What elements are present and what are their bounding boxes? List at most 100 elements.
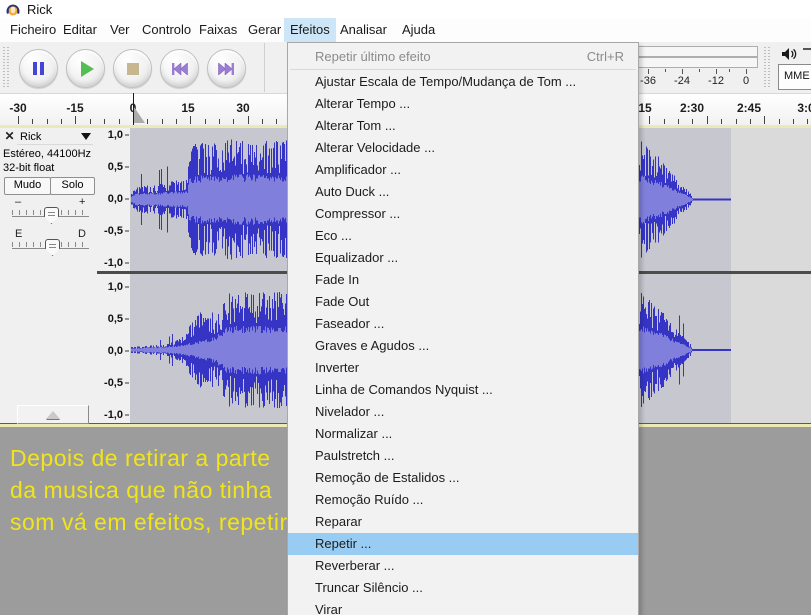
menu-item-graves-e-agudos[interactable]: Graves e Agudos ...	[288, 335, 638, 357]
menu-item-alterar-tempo[interactable]: Alterar Tempo ...	[288, 93, 638, 115]
menu-item-amplificador[interactable]: Amplificador ...	[288, 159, 638, 181]
menu-item-repetir[interactable]: Repetir ...	[288, 533, 638, 555]
chevron-down-icon[interactable]	[81, 133, 91, 140]
track-title-bar[interactable]: Rick	[17, 130, 93, 145]
scale-tick	[125, 383, 129, 384]
collapse-track-button[interactable]	[17, 405, 89, 424]
menubar-item-controlo[interactable]: Controlo	[136, 18, 197, 42]
scale-label: -1,0	[104, 409, 123, 421]
scale-label: 1,0	[108, 129, 123, 141]
solo-button[interactable]: Solo	[50, 177, 95, 195]
ruler-tick	[721, 119, 722, 124]
menubar-item-analisar[interactable]: Analisar	[334, 18, 393, 42]
pan-right-label: D	[78, 228, 86, 240]
mute-button[interactable]: Mudo	[4, 177, 51, 195]
meter-tick-minor	[699, 69, 700, 72]
ruler-tick	[262, 119, 263, 124]
menu-item-faseador[interactable]: Faseador ...	[288, 313, 638, 335]
ruler-time-label: 2:30	[680, 101, 704, 115]
menu-item-ajustar-escala-de-tempo-mudan-a-de-tom[interactable]: Ajustar Escala de Tempo/Mudança de Tom .…	[288, 71, 638, 93]
ruler-time-label: 15	[638, 101, 651, 115]
menubar-item-gerar[interactable]: Gerar	[242, 18, 287, 42]
meter-tick	[716, 69, 717, 74]
menu-item-repetir-ultimo-efeito[interactable]: Repetir último efeito Ctrl+R	[288, 46, 638, 67]
menu-item-alterar-tom[interactable]: Alterar Tom ...	[288, 115, 638, 137]
meter-tick-minor	[729, 69, 730, 72]
ruler-tick	[61, 119, 62, 124]
menu-item-auto-duck[interactable]: Auto Duck ...	[288, 181, 638, 203]
skip-to-start-button[interactable]	[160, 49, 199, 88]
meter-tick-minor	[665, 69, 666, 72]
menu-item-virar[interactable]: Virar	[288, 599, 638, 615]
menu-item-remo-o-ru-do[interactable]: Remoção Ruído ...	[288, 489, 638, 511]
transport-toolbar	[0, 43, 265, 92]
stop-button[interactable]	[113, 49, 152, 88]
track-format-label: Estéreo, 44100Hz	[3, 148, 91, 160]
ruler-tick	[649, 116, 650, 124]
gain-slider-thumb[interactable]	[44, 207, 59, 224]
ruler-tick	[764, 116, 765, 124]
menu-item-nivelador[interactable]: Nivelador ...	[288, 401, 638, 423]
toolbar-grip[interactable]	[764, 47, 772, 88]
menu-item-fade-out[interactable]: Fade Out	[288, 291, 638, 313]
meter-tick-label: -12	[708, 75, 724, 87]
scale-tick	[125, 319, 129, 320]
menu-item-compressor[interactable]: Compressor ...	[288, 203, 638, 225]
menubar-item-faixas[interactable]: Faixas	[193, 18, 243, 42]
ruler-tick	[678, 119, 679, 124]
ruler-tick	[205, 119, 206, 124]
menu-item-eco[interactable]: Eco ...	[288, 225, 638, 247]
menubar-item-ajuda[interactable]: Ajuda	[396, 18, 441, 42]
speaker-icon	[781, 47, 798, 61]
menu-item-fade-in[interactable]: Fade In	[288, 269, 638, 291]
close-track-button[interactable]: ✕	[3, 130, 16, 143]
scale-label: -0,5	[104, 225, 123, 237]
ruler-tick	[692, 119, 693, 124]
menu-item-remo-o-de-estalidos[interactable]: Remoção de Estalidos ...	[288, 467, 638, 489]
play-icon	[81, 61, 94, 77]
scale-tick	[125, 287, 129, 288]
menu-item-alterar-velocidade[interactable]: Alterar Velocidade ...	[288, 137, 638, 159]
meter-tick	[648, 69, 649, 74]
ruler-tick	[219, 119, 220, 124]
pause-button[interactable]	[19, 49, 58, 88]
menu-item-reverberar[interactable]: Reverberar ...	[288, 555, 638, 577]
menu-item-paulstretch[interactable]: Paulstretch ...	[288, 445, 638, 467]
vertical-scale-channel-2: 1,00,50,0-0,5-1,0	[97, 274, 131, 423]
menubar-item-ver[interactable]: Ver	[104, 18, 136, 42]
ruler-tick	[664, 119, 665, 124]
skip-to-end-button[interactable]	[207, 49, 246, 88]
scale-tick	[125, 415, 129, 416]
menubar-item-ficheiro[interactable]: Ficheiro	[4, 18, 62, 42]
play-button[interactable]	[66, 49, 105, 88]
menu-item-label: Repetir último efeito	[315, 46, 431, 67]
menubar-item-efeitos[interactable]: Efeitos	[284, 18, 336, 42]
menu-item-truncar-sil-ncio[interactable]: Truncar Silêncio ...	[288, 577, 638, 599]
scale-label: -0,5	[104, 377, 123, 389]
ruler-time-label: -30	[9, 101, 26, 115]
ruler-tick	[90, 119, 91, 124]
scale-label: 0,0	[108, 193, 123, 205]
toolbar-grip[interactable]	[3, 47, 11, 88]
ruler-tick	[750, 119, 751, 124]
menu-item-reparar[interactable]: Reparar	[288, 511, 638, 533]
ruler-time-label: 2:45	[737, 101, 761, 115]
ruler-tick	[162, 119, 163, 124]
track-name: Rick	[20, 131, 41, 143]
cropped-toolbar-icon	[803, 48, 811, 50]
track-bitdepth-label: 32-bit float	[3, 162, 54, 174]
ruler-tick	[276, 119, 277, 124]
menu-item-linha-de-comandos-nyquist[interactable]: Linha de Comandos Nyquist ...	[288, 379, 638, 401]
menu-item-normalizar[interactable]: Normalizar ...	[288, 423, 638, 445]
ruler-tick	[18, 116, 19, 124]
ruler-tick	[248, 116, 249, 124]
menu-item-equalizador[interactable]: Equalizador ...	[288, 247, 638, 269]
menubar-item-editar[interactable]: Editar	[57, 18, 103, 42]
pan-slider-thumb[interactable]	[45, 239, 60, 256]
menu-item-inverter[interactable]: Inverter	[288, 357, 638, 379]
ruler-time-label: -15	[66, 101, 83, 115]
audio-host-select[interactable]: MME	[778, 64, 811, 90]
scale-tick	[125, 199, 129, 200]
menu-separator	[290, 69, 636, 70]
collapse-arrow-icon	[46, 411, 60, 419]
